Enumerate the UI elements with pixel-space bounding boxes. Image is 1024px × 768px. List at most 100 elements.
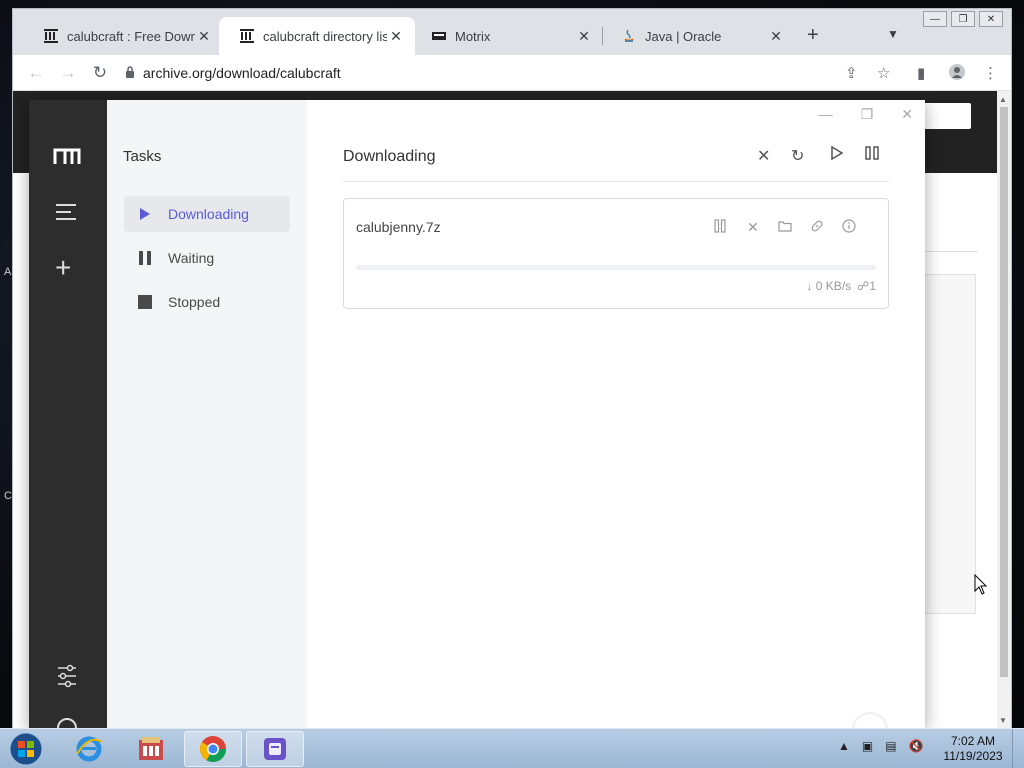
page-title: Downloading: [343, 148, 436, 165]
arrow-down-icon: ↓: [806, 279, 813, 293]
task-subnav: Tasks Downloading Waiting Stopped: [107, 100, 307, 728]
scroll-up-icon[interactable]: ▲: [999, 95, 1007, 104]
show-desktop-button[interactable]: [1012, 729, 1024, 768]
nav-stopped[interactable]: Stopped: [124, 284, 290, 320]
nav-waiting[interactable]: Waiting: [124, 240, 290, 276]
link-icon[interactable]: [810, 219, 824, 236]
task-stats: ↓ 0 KB/s ☍1: [806, 279, 876, 293]
nav-downloading[interactable]: Downloading: [124, 196, 290, 232]
resume-all-icon[interactable]: [831, 145, 844, 165]
reload-icon[interactable]: ↻: [89, 63, 111, 83]
archive-manager-icon: [139, 737, 163, 760]
new-tab-icon[interactable]: +: [807, 25, 819, 45]
add-task-icon[interactable]: +: [55, 254, 71, 282]
settings-sliders-icon[interactable]: [56, 664, 78, 688]
maximize-icon[interactable]: ❐: [861, 106, 874, 123]
clock-time: 7:02 AM: [950, 734, 996, 748]
back-icon[interactable]: ←: [25, 63, 47, 83]
mouse-cursor-icon: [974, 574, 988, 595]
address-bar[interactable]: archive.org/download/calubcraft: [125, 59, 895, 87]
taskbar-motrix[interactable]: [246, 731, 304, 767]
minimize-icon[interactable]: —: [819, 106, 833, 123]
menu-icon[interactable]: [56, 204, 78, 225]
task-name: calubjenny.7z: [356, 219, 441, 235]
task-progress-bar: [356, 265, 876, 270]
start-button[interactable]: [6, 731, 46, 767]
side-panel-icon[interactable]: ▮: [917, 64, 925, 82]
connections-icon: ☍: [857, 279, 870, 293]
volume-muted-icon[interactable]: 🔇: [909, 739, 924, 753]
close-icon[interactable]: ✕: [767, 28, 785, 45]
tab-strip: calubcraft : Free Downlo ✕ calubcraft di…: [13, 9, 1011, 55]
remove-task-icon[interactable]: ✕: [747, 219, 759, 236]
network-icon[interactable]: ▤: [885, 739, 896, 753]
bookmark-star-icon[interactable]: ☆: [877, 64, 890, 82]
tray-expand-icon[interactable]: ▲: [838, 739, 850, 753]
maximize-icon[interactable]: ❐: [951, 11, 975, 27]
refresh-icon[interactable]: ↻: [791, 146, 804, 166]
nav-label: Waiting: [168, 250, 215, 266]
archive-icon: [43, 28, 59, 44]
taskbar-chrome[interactable]: [184, 731, 242, 767]
tab-label: calubcraft : Free Downlo: [67, 28, 195, 44]
system-tray: ▲ ▣ ▤ 🔇: [838, 739, 924, 753]
taskbar-clock[interactable]: 7:02 AM 11/19/2023: [940, 734, 1006, 764]
archive-icon: [239, 28, 255, 44]
motrix-logo-icon: [53, 148, 81, 164]
tab-calubcraft-directory[interactable]: calubcraft directory listi ✕: [219, 17, 415, 55]
tab-label: calubcraft directory listi: [263, 28, 387, 44]
taskbar-ie[interactable]: [60, 731, 118, 767]
pause-icon: [130, 251, 160, 265]
play-icon: [130, 207, 160, 221]
task-item[interactable]: calubjenny.7z ✕ ↓ 0 KB/s ☍1: [343, 198, 889, 309]
folder-icon[interactable]: [778, 219, 792, 235]
clock-date: 11/19/2023: [943, 749, 1003, 763]
divider: [918, 251, 978, 252]
close-icon[interactable]: ✕: [901, 106, 913, 123]
taskbar-archive-manager[interactable]: [122, 731, 180, 767]
url-text: archive.org/download/calubcraft: [143, 65, 341, 81]
share-icon[interactable]: ⇪: [845, 64, 858, 82]
window-controls: — ❐ ✕: [923, 11, 1003, 27]
desktop-side-text-1: A: [4, 266, 12, 278]
tab-motrix[interactable]: Motrix ✕: [411, 17, 603, 55]
close-icon[interactable]: ✕: [195, 28, 213, 45]
pause-task-icon[interactable]: [714, 219, 726, 236]
page-scrollbar[interactable]: ▲ ▼: [997, 91, 1011, 729]
close-icon[interactable]: ✕: [575, 28, 593, 45]
forward-icon[interactable]: →: [57, 63, 79, 83]
tab-calubcraft-details[interactable]: calubcraft : Free Downlo ✕: [23, 17, 223, 55]
nav-label: Stopped: [168, 294, 221, 310]
motrix-window: + Tasks Downloading Waiting Stopped — ❐ …: [29, 100, 925, 748]
speed-value: 0 KB/s: [815, 279, 852, 293]
tab-search-icon[interactable]: ▼: [887, 27, 899, 41]
stop-icon: [130, 295, 160, 309]
minimize-icon[interactable]: —: [923, 11, 947, 27]
chrome-icon: [199, 736, 227, 763]
motrix-tab-icon: [431, 28, 447, 44]
scroll-thumb[interactable]: [1000, 107, 1008, 677]
delete-tasks-icon[interactable]: ✕: [757, 146, 770, 166]
motrix-window-controls: — ❐ ✕: [819, 106, 913, 123]
site-panel: [918, 274, 976, 614]
windows-taskbar: ▲ ▣ ▤ 🔇 7:02 AM 11/19/2023: [0, 728, 1024, 768]
java-icon: [621, 28, 637, 44]
browser-toolbar: ← → ↻ archive.org/download/calubcraft ⇪ …: [13, 55, 1011, 91]
close-window-icon[interactable]: ✕: [979, 11, 1003, 27]
scroll-down-icon[interactable]: ▼: [999, 716, 1007, 725]
tab-java-oracle[interactable]: Java | Oracle ✕: [601, 17, 795, 55]
task-list-header: Downloading ✕ ↻: [343, 145, 889, 182]
profile-avatar-icon[interactable]: [949, 64, 965, 84]
more-menu-icon[interactable]: ⋮: [983, 64, 998, 82]
close-icon[interactable]: ✕: [387, 28, 405, 45]
download-speed: ↓ 0 KB/s: [806, 279, 851, 293]
motrix-sidebar: +: [29, 100, 107, 738]
lock-icon: [125, 65, 135, 81]
windows-logo-icon: [9, 732, 43, 766]
pause-all-icon[interactable]: [865, 146, 879, 165]
subnav-title: Tasks: [123, 148, 162, 165]
info-icon[interactable]: [842, 219, 856, 236]
task-main-panel: — ❐ ✕ Downloading ✕ ↻ calubjenny.7z ✕ ↓ …: [307, 100, 925, 728]
motrix-icon: [264, 738, 286, 760]
tray-device-icon[interactable]: ▣: [862, 739, 873, 753]
